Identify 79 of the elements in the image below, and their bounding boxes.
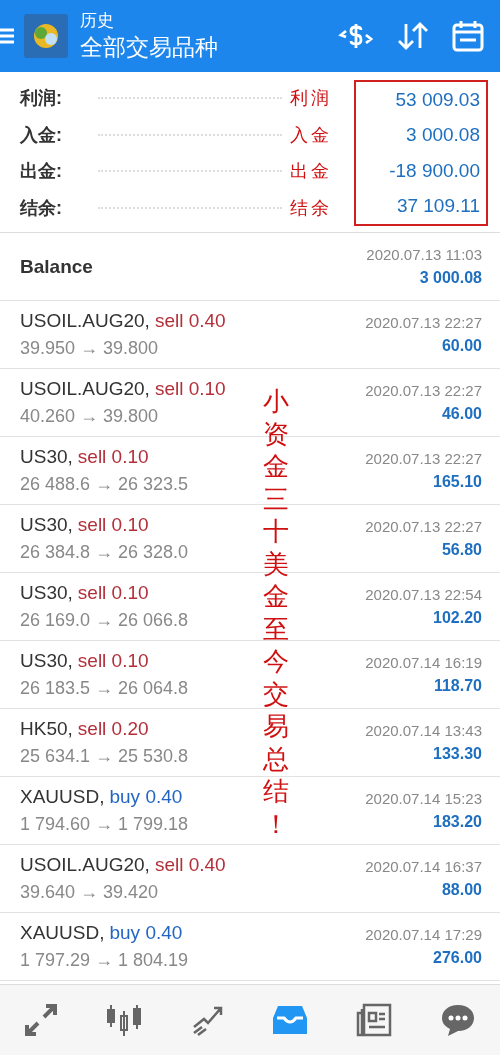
price-range: 40.260 → 39.800 [20, 406, 160, 427]
handwritten-note: 结余 [290, 195, 333, 220]
deal-time: 2020.07.13 22:27 [365, 450, 482, 467]
inbox-tray-icon [272, 1004, 308, 1036]
deal-time: 2020.07.14 16:37 [365, 858, 482, 875]
diagonal-arrows-icon [24, 1003, 58, 1037]
symbol-name: USOIL.AUG20, [20, 854, 150, 876]
order-type: sell 0.40 [154, 854, 226, 876]
price-range: 25 634.1 → 25 530.8 [20, 746, 189, 767]
newspaper-icon [356, 1003, 392, 1037]
symbol-name: US30, [20, 582, 73, 604]
deal-amount: 3 000.08 [419, 269, 482, 287]
order-type: sell 0.10 [77, 582, 149, 604]
price-range: 26 384.8 → 26 328.0 [20, 542, 189, 563]
handwritten-note: 入金 [290, 122, 333, 147]
profit-value: 88.00 [441, 881, 482, 899]
deal-time: 2020.07.13 11:03 [366, 246, 482, 263]
menu-icon[interactable] [0, 27, 16, 45]
symbol-name: XAUUSD, [20, 786, 105, 808]
symbol-filter[interactable]: 全部交易品种 [80, 32, 338, 63]
symbol-name: USOIL.AUG20, [20, 310, 150, 332]
summary-label: 利润: [20, 87, 63, 111]
price-range: 39.950 → 39.800 [20, 338, 160, 359]
history-row[interactable]: Balance 2020.07.13 11:03 3 000.08 [0, 233, 500, 301]
profit-value: 183.20 [433, 813, 482, 831]
order-type: sell 0.40 [154, 310, 226, 332]
summary-label: 入金: [20, 123, 63, 147]
handwritten-note: 利润 [290, 86, 333, 111]
price-range: 39.640 → 39.420 [20, 882, 160, 903]
order-type: buy 0.40 [109, 786, 183, 808]
deal-time: 2020.07.13 22:27 [365, 382, 482, 399]
chat-bubble-icon [440, 1003, 476, 1037]
profit-value: 133.30 [433, 745, 482, 763]
summary-value: 53 009.03 [395, 88, 480, 111]
app-logo [24, 14, 68, 58]
summary-value: -18 900.00 [389, 159, 480, 182]
profit-value: 165.10 [433, 473, 482, 491]
symbol-name: HK50, [20, 718, 73, 740]
handwritten-note: 出金 [290, 159, 333, 184]
price-range: 26 488.6 → 26 323.5 [20, 474, 189, 495]
profit-value: 102.20 [433, 609, 482, 627]
order-type: sell 0.10 [77, 514, 149, 536]
screen-title: 历史 [80, 10, 115, 32]
price-range: 1 794.60 → 1 799.18 [20, 814, 189, 835]
deal-time: 2020.07.14 13:43 [365, 722, 482, 739]
sort-arrows-icon[interactable] [396, 21, 430, 51]
price-range: 26 169.0 → 26 066.8 [20, 610, 189, 631]
summary-label: 结余: [20, 196, 63, 220]
deal-time: 2020.07.14 15:23 [365, 790, 482, 807]
calendar-icon[interactable] [452, 20, 484, 52]
deal-time: 2020.07.14 17:29 [365, 926, 482, 943]
symbol-name: US30, [20, 514, 73, 536]
handwritten-annotation: 小资金三十美金至今交易总结！ [262, 385, 291, 840]
price-range: 26 183.5 → 26 064.8 [20, 678, 189, 699]
symbol-name: XAUUSD, [20, 922, 105, 944]
profit-value: 46.00 [441, 405, 482, 423]
deal-time: 2020.07.13 22:27 [365, 314, 482, 331]
deal-time: 2020.07.13 22:27 [365, 518, 482, 535]
order-type: sell 0.20 [77, 718, 149, 740]
symbol-name: USOIL.AUG20, [20, 378, 150, 400]
order-type: sell 0.10 [154, 378, 226, 400]
profit-value: 60.00 [441, 337, 482, 355]
candlestick-icon [106, 1003, 142, 1037]
profit-value: 118.70 [433, 677, 482, 695]
order-type: buy 0.40 [109, 922, 183, 944]
profit-value: 276.00 [433, 949, 482, 967]
summary-value: 3 000.08 [406, 124, 480, 147]
currency-exchange-icon[interactable] [338, 21, 374, 51]
price-range: 1 797.29 → 1 804.19 [20, 950, 189, 971]
order-type: sell 0.10 [77, 446, 149, 468]
summary-value: 37 109.11 [396, 195, 480, 218]
symbol-name: US30, [20, 650, 73, 672]
deal-time: 2020.07.13 22:54 [365, 586, 482, 603]
profit-value: 56.80 [441, 541, 482, 559]
summary-label: 出金: [20, 160, 63, 184]
symbol-name: US30, [20, 446, 73, 468]
order-type: sell 0.10 [77, 650, 149, 672]
deal-time: 2020.07.14 16:19 [365, 654, 482, 671]
balance-label: Balance [20, 255, 93, 278]
